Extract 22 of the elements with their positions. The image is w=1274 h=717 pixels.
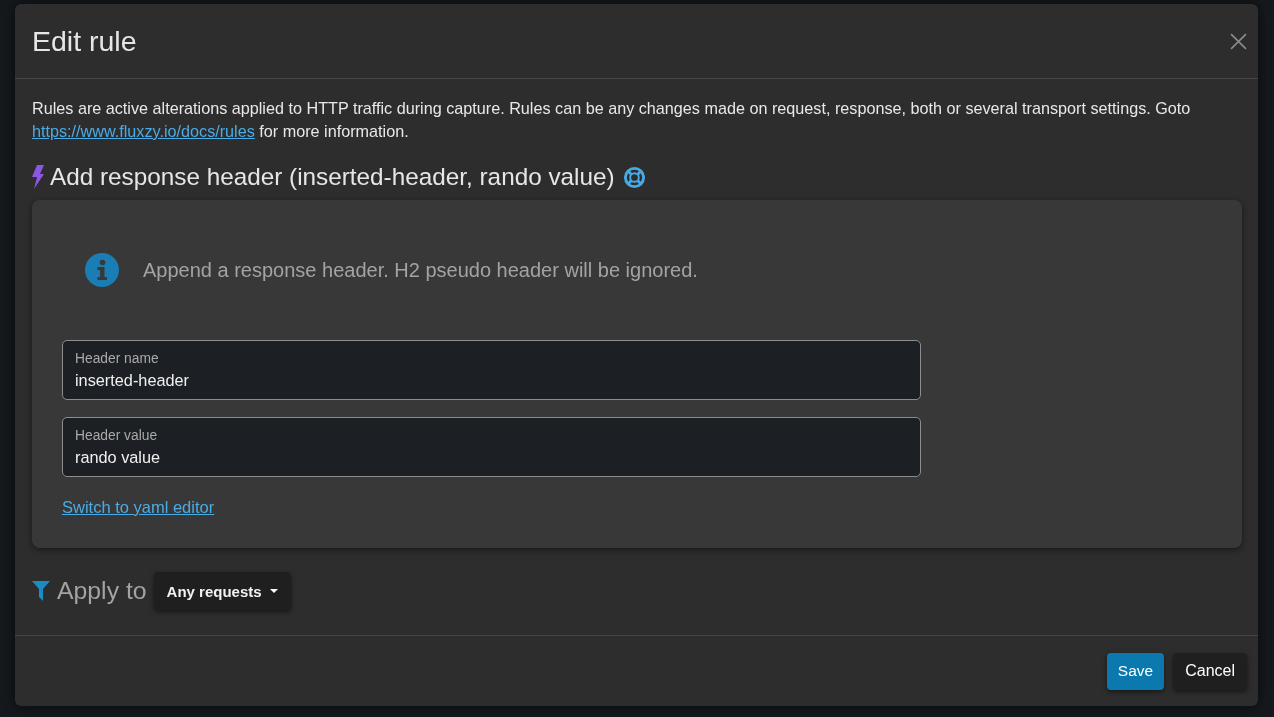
filter-icon (32, 581, 50, 601)
apply-to-label: Apply to (57, 577, 147, 605)
save-button[interactable]: Save (1106, 652, 1165, 690)
docs-link[interactable]: https://www.fluxzy.io/docs/rules (32, 122, 255, 140)
description-text: Rules are active alterations applied to HTTP traffic during capture. Rules can be any changes made on request, response, both or several transport settings. Goto https://www.fluxzy.io/docs/rules for more information. (32, 98, 1192, 142)
text-field[interactable]: Header value rando value (62, 417, 921, 477)
info-icon (85, 253, 119, 287)
cancel-button[interactable]: Cancel (1173, 652, 1247, 690)
caret-icon (269, 589, 278, 593)
close-icon[interactable] (1230, 32, 1247, 50)
dialog-title: Edit rule (32, 24, 137, 58)
field-label: Header name (75, 351, 159, 367)
field-input[interactable]: inserted-header (75, 370, 908, 391)
lifebuoy-icon[interactable] (622, 165, 646, 189)
rule-title: Add response header (inserted-header, rando value) (50, 163, 615, 191)
text-field[interactable]: Header name inserted-header (62, 340, 921, 400)
lightning-icon (32, 165, 44, 189)
yaml-editor-link[interactable]: Switch to yaml editor (62, 498, 215, 517)
field-label: Header value (75, 428, 158, 444)
field-input[interactable]: rando value (75, 447, 908, 468)
info-text: Append a response header. H2 pseudo header will be ignored. (143, 258, 698, 282)
filter-dropdown[interactable]: Any requests (153, 572, 291, 610)
